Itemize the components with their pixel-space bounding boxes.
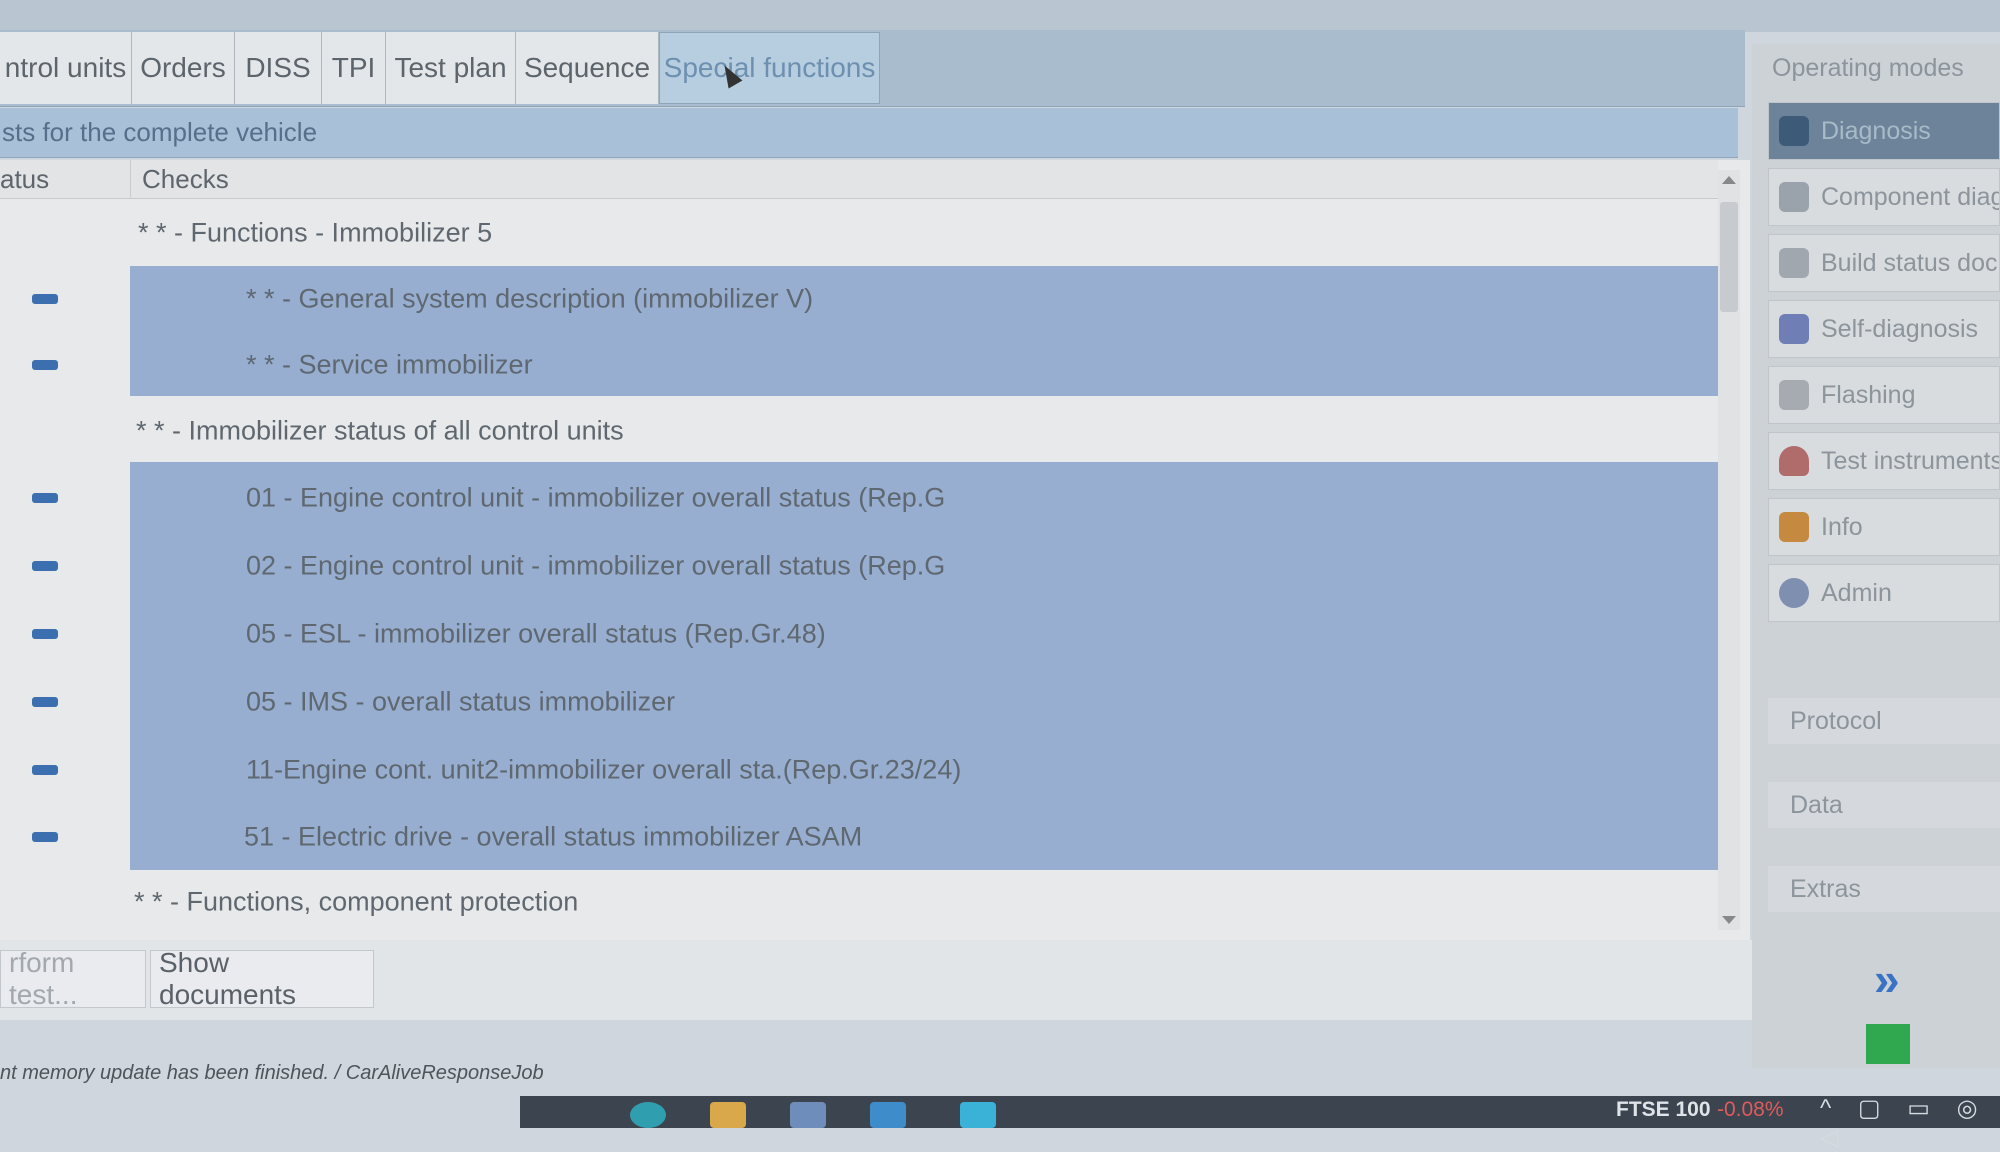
table-row[interactable]: 05 - IMS - overall status immobilizer — [0, 668, 1718, 736]
tab-diss[interactable]: DISS — [235, 32, 322, 104]
table-row[interactable]: 02 - Engine control unit - immobilizer o… — [0, 532, 1718, 600]
mode-self-diagnosis-button[interactable]: Self-diagnosis — [1768, 300, 2000, 358]
mode-info-button[interactable]: Info — [1768, 498, 2000, 556]
tab-sequence[interactable]: Sequence — [516, 32, 659, 104]
status-message: nt memory update has been finished. / Ca… — [0, 1062, 544, 1084]
double-chevron-right-icon[interactable]: » — [1874, 952, 1900, 1006]
store-icon[interactable] — [790, 1102, 826, 1128]
section-title: sts for the complete vehicle — [0, 108, 1738, 158]
row-label: * * - Service immobilizer — [246, 349, 533, 380]
mode-label: Build status docu — [1821, 248, 2000, 277]
scrollbar-thumb[interactable] — [1720, 202, 1738, 312]
stethoscope-icon — [1779, 116, 1809, 146]
mode-component-diagnosis-button[interactable]: Component diagn — [1768, 168, 2000, 226]
table-row[interactable]: 01 - Engine control unit - immobilizer o… — [0, 464, 1718, 532]
mode-label: Test instruments — [1821, 446, 2000, 475]
action-bar: rform test... Show documents — [0, 940, 1760, 1020]
self-diagnosis-icon — [1779, 314, 1809, 344]
table-row[interactable]: * * - Immobilizer status of all control … — [0, 398, 1718, 464]
browser-icon[interactable] — [630, 1102, 666, 1128]
status-dash-icon — [32, 360, 58, 370]
row-label: 51 - Electric drive - overall status imm… — [244, 821, 863, 852]
document-icon — [1779, 248, 1809, 278]
tab-bar: ntrol units Orders DISS TPI Test plan Se… — [0, 30, 1745, 107]
row-label: 02 - Engine control unit - immobilizer o… — [246, 550, 946, 581]
column-divider — [130, 160, 131, 198]
row-label: 05 - IMS - overall status immobilizer — [246, 686, 676, 717]
show-documents-button[interactable]: Show documents — [150, 947, 374, 1010]
operating-modes-panel: Operating modes Diagnosis Component diag… — [1752, 44, 2000, 1068]
status-dash-icon — [32, 832, 58, 842]
mode-test-instruments-button[interactable]: Test instruments — [1768, 432, 2000, 490]
status-dash-icon — [32, 629, 58, 639]
component-icon — [1779, 182, 1809, 212]
scroll-up-icon[interactable] — [1722, 176, 1736, 184]
tab-tpi[interactable]: TPI — [322, 32, 386, 104]
mode-build-status-button[interactable]: Build status docu — [1768, 234, 2000, 292]
tab-orders[interactable]: Orders — [132, 32, 235, 104]
panel-title: Operating modes — [1772, 54, 1964, 82]
checks-table: atus Checks * * - Functions - Immobilize… — [0, 160, 1750, 940]
vertical-scrollbar[interactable] — [1718, 170, 1740, 930]
status-dash-icon — [32, 561, 58, 571]
row-label: * * - Immobilizer status of all control … — [136, 415, 624, 446]
system-tray-icons[interactable]: ^ ▢ ▭ ◎ ◁ — [1820, 1094, 2000, 1152]
table-row[interactable]: * * - Functions - Immobilizer 5 — [0, 200, 1718, 266]
row-label: * * - Functions - Immobilizer 5 — [138, 217, 493, 248]
row-label: * * - Functions, component protection — [134, 886, 579, 917]
row-label: 05 - ESL - immobilizer overall status (R… — [246, 618, 826, 649]
connection-status-indicator — [1866, 1024, 1910, 1064]
mode-label: Flashing — [1821, 380, 1916, 409]
mode-label: Self-diagnosis — [1821, 314, 1979, 343]
table-header: atus Checks — [0, 160, 1718, 199]
table-row[interactable]: * * - Service immobilizer — [0, 332, 1718, 398]
tab-control-units[interactable]: ntrol units — [0, 32, 132, 104]
flash-icon — [1779, 380, 1809, 410]
protocol-section[interactable]: Protocol — [1768, 698, 2000, 744]
table-row[interactable]: * * - Functions, component protection — [0, 872, 1718, 932]
tab-special-functions[interactable]: Special functions — [659, 32, 880, 104]
data-section[interactable]: Data — [1768, 782, 2000, 828]
window-top-band — [0, 0, 2000, 32]
column-header-status[interactable]: atus — [0, 164, 49, 195]
column-header-checks[interactable]: Checks — [142, 164, 229, 195]
perform-test-button[interactable]: rform test... — [0, 947, 146, 1010]
row-label: 01 - Engine control unit - immobilizer o… — [246, 482, 946, 513]
mode-label: Diagnosis — [1821, 116, 1931, 145]
status-dash-icon — [32, 294, 58, 304]
active-app-icon[interactable] — [960, 1102, 996, 1128]
folder-icon[interactable] — [710, 1102, 746, 1128]
extras-section[interactable]: Extras — [1768, 866, 2000, 912]
status-dash-icon — [32, 493, 58, 503]
table-row[interactable]: 11-Engine cont. unit2-immobilizer overal… — [0, 736, 1718, 804]
row-label: * * - General system description (immobi… — [246, 283, 814, 314]
table-row[interactable]: * * - General system description (immobi… — [0, 266, 1718, 332]
mode-label: Info — [1821, 512, 1863, 541]
tab-test-plan[interactable]: Test plan — [386, 32, 516, 104]
stock-ticker-change: -0.08% — [1717, 1098, 1784, 1121]
admin-icon — [1779, 578, 1809, 608]
stock-ticker-name[interactable]: FTSE 100 — [1616, 1098, 1711, 1122]
scroll-down-icon[interactable] — [1722, 916, 1736, 924]
app-icon[interactable] — [870, 1102, 906, 1128]
mode-flashing-button[interactable]: Flashing — [1768, 366, 2000, 424]
info-icon — [1779, 512, 1809, 542]
gauge-icon — [1779, 446, 1809, 476]
mode-label: Admin — [1821, 578, 1892, 607]
mode-diagnosis-button[interactable]: Diagnosis — [1768, 102, 2000, 160]
mode-label: Component diagn — [1821, 182, 2000, 211]
table-row[interactable]: 05 - ESL - immobilizer overall status (R… — [0, 600, 1718, 668]
table-row[interactable]: 51 - Electric drive - overall status imm… — [0, 804, 1718, 870]
status-dash-icon — [32, 765, 58, 775]
row-label: 11-Engine cont. unit2-immobilizer overal… — [246, 754, 962, 785]
mode-admin-button[interactable]: Admin — [1768, 564, 2000, 622]
status-dash-icon — [32, 697, 58, 707]
